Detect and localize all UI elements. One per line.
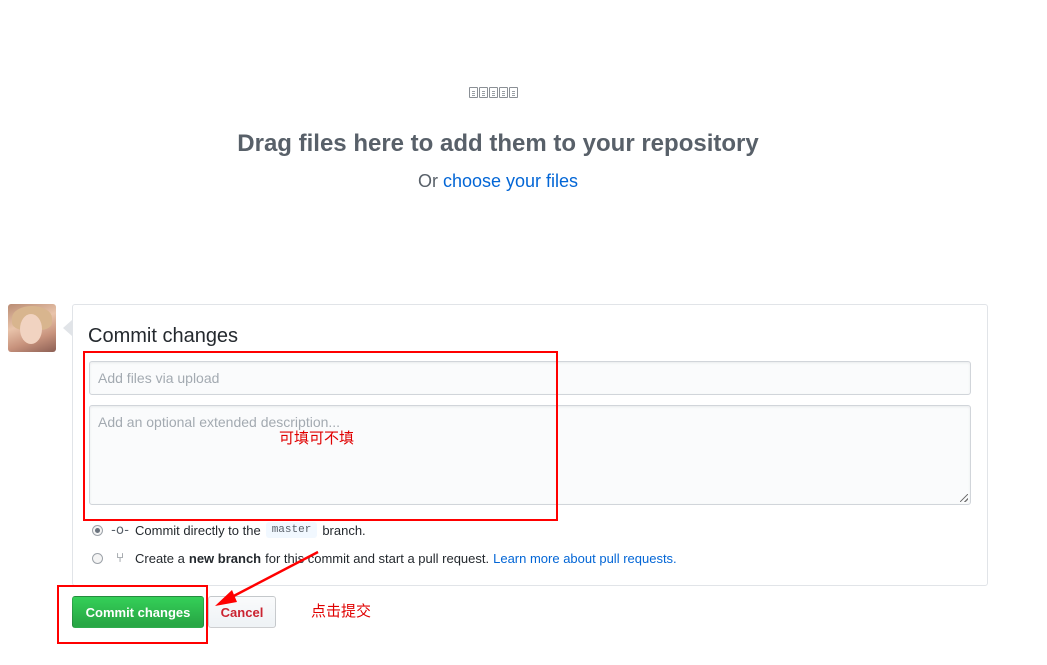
choose-files-link[interactable]: choose your files	[443, 171, 578, 191]
file-code-icon	[489, 87, 498, 98]
new-branch-text: Create a	[135, 551, 185, 566]
file-chart-icon	[479, 87, 488, 98]
commit-direct-text: Commit directly to the	[135, 522, 261, 538]
dropzone-title: Drag files here to add them to your repo…	[237, 130, 759, 157]
commit-changes-button[interactable]: Commit changes	[72, 596, 204, 628]
commit-description-input[interactable]	[89, 405, 971, 505]
avatar[interactable]	[8, 304, 56, 352]
dropzone-subtitle: Or choose your files	[0, 171, 996, 192]
new-branch-suffix: for this commit and start a pull request…	[265, 551, 490, 566]
resize-handle-icon[interactable]	[960, 494, 968, 502]
dropzone-or-text: Or	[417, 171, 438, 191]
commit-direct-radio[interactable]	[92, 524, 103, 536]
git-commit-icon: -o-	[111, 522, 129, 538]
commit-summary-input[interactable]	[89, 361, 971, 395]
file-type-icons	[469, 87, 518, 98]
file-text-icon	[499, 87, 508, 98]
commit-title: Commit changes	[88, 325, 239, 347]
cancel-button[interactable]: Cancel	[208, 596, 276, 628]
branch-name: master	[265, 522, 318, 538]
commit-direct-suffix: branch.	[322, 522, 366, 538]
commit-direct-option[interactable]: -o- Commit directly to the master branch…	[92, 522, 366, 538]
avatar-face	[20, 314, 42, 344]
annotation-optional-note: 可填可不填	[279, 429, 355, 447]
git-pull-request-icon: ⑂	[116, 551, 124, 566]
comment-pointer	[63, 320, 72, 336]
annotation-click-note: 点击提交	[311, 602, 372, 620]
file-icon	[469, 87, 478, 98]
new-branch-option[interactable]: ⑂ Create a new branch for this commit an…	[92, 551, 677, 566]
new-branch-bold: new branch	[188, 551, 262, 566]
new-branch-radio[interactable]	[92, 553, 103, 564]
file-pdf-icon	[509, 87, 518, 98]
learn-more-link[interactable]: Learn more about pull requests.	[493, 551, 677, 566]
